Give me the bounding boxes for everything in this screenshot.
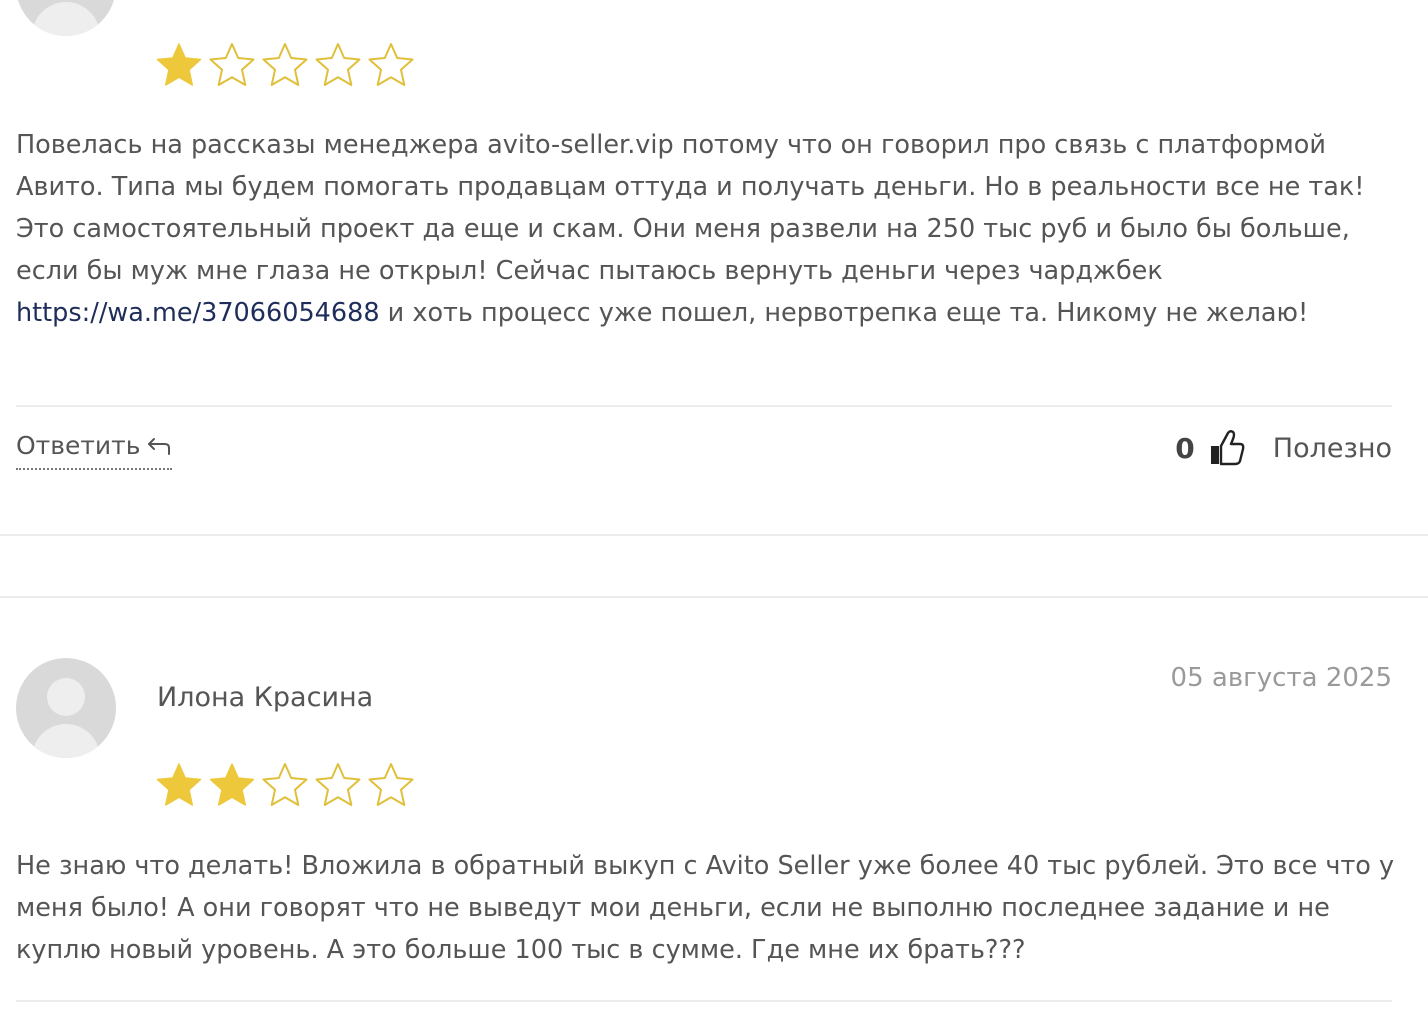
- review-text: Не знаю что делать! Вложила в обратный в…: [16, 851, 1395, 965]
- useful-count: 0: [1175, 431, 1195, 465]
- star-empty-icon: [368, 43, 414, 86]
- reply-arrow-icon: [148, 438, 171, 455]
- review-link[interactable]: https://wa.me/37066054688: [16, 298, 380, 328]
- star-filled-icon: [156, 763, 202, 806]
- star-empty-icon: [315, 43, 361, 86]
- divider: [16, 405, 1392, 407]
- useful-control: 0 Полезно: [1175, 426, 1392, 470]
- section-divider: [0, 534, 1428, 536]
- star-empty-icon: [315, 763, 361, 806]
- user-placeholder-icon: [47, 678, 85, 716]
- star-empty-icon: [262, 763, 308, 806]
- rating-stars: [155, 761, 415, 809]
- reply-button[interactable]: Ответить: [16, 430, 173, 470]
- avatar: [16, 0, 116, 36]
- reply-label: Ответить: [16, 431, 141, 460]
- review-author: Илона Красина: [157, 682, 374, 713]
- reviews-page: Повелась на рассказы менеджера avito-sel…: [0, 0, 1428, 1020]
- star-filled-icon: [209, 763, 255, 806]
- star-filled-icon: [156, 43, 202, 86]
- review-date: 05 августа 2025: [1170, 663, 1392, 693]
- divider: [16, 1000, 1392, 1002]
- thumbs-up-icon[interactable]: [1209, 429, 1245, 467]
- section-divider: [0, 596, 1428, 598]
- rating-stars: [155, 41, 415, 89]
- useful-label[interactable]: Полезно: [1273, 433, 1392, 464]
- avatar: [16, 658, 116, 758]
- review-text: Повелась на рассказы менеджера avito-sel…: [16, 130, 1365, 328]
- star-empty-icon: [368, 763, 414, 806]
- star-empty-icon: [262, 43, 308, 86]
- star-empty-icon: [209, 43, 255, 86]
